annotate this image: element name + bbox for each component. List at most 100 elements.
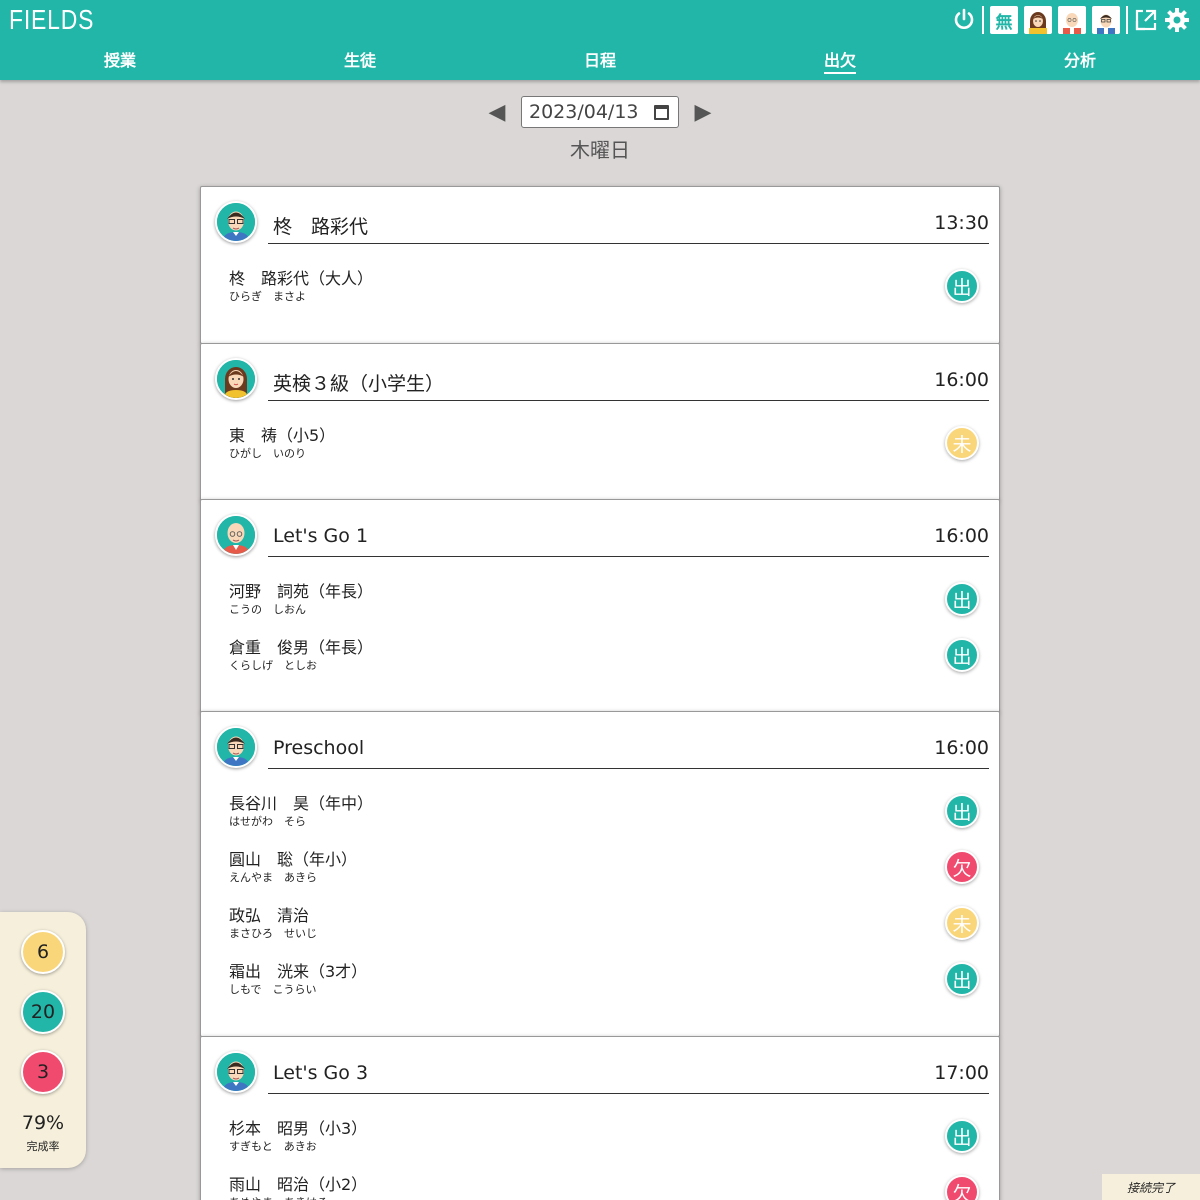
class-time: 17:00	[934, 1062, 989, 1084]
power-icon[interactable]	[952, 6, 976, 34]
connection-status: 接続完了	[1102, 1174, 1200, 1200]
present-count: 20	[21, 990, 65, 1034]
attendance-status-button[interactable]: 出	[945, 638, 979, 672]
date-navigator: ◀ 2023/04/13 ▶	[0, 96, 1200, 128]
attendance-status-button[interactable]: 未	[945, 906, 979, 940]
tab-label: 生徒	[343, 51, 376, 70]
gear-icon[interactable]	[1164, 6, 1190, 34]
teacher-glasses-avatar[interactable]	[1092, 6, 1120, 34]
attendance-status-button[interactable]: 未	[945, 426, 979, 460]
student-kana: くらしげ としお	[229, 659, 317, 672]
student-name: 霜出 洸来（3才）	[229, 962, 368, 981]
date-value: 2023/04/13	[529, 101, 639, 123]
attendance-status-button[interactable]: 出	[945, 962, 979, 996]
attendance-status-button[interactable]: 欠	[945, 1175, 979, 1200]
next-day-icon[interactable]: ▶	[691, 100, 715, 125]
class-time: 16:00	[934, 369, 989, 391]
student-row: 圓山 聡（年小） えんやま あきら 欠	[229, 846, 979, 890]
absent-count: 3	[21, 1050, 65, 1094]
teacher-female-avatar[interactable]	[1024, 6, 1052, 34]
class-card: 柊 路彩代 13:30 柊 路彩代（大人） ひらぎ まさよ 出	[200, 186, 1000, 344]
attendance-status-button[interactable]: 出	[945, 582, 979, 616]
teacher-glasses-avatar	[215, 1051, 257, 1093]
teacher-bald-avatar[interactable]	[1058, 6, 1086, 34]
student-kana: まさひろ せいじ	[229, 927, 317, 940]
title-underline	[268, 768, 989, 769]
student-kana: あめやま あきはる	[229, 1194, 328, 1200]
teacher-glasses-avatar	[215, 726, 257, 768]
class-title: Preschool	[273, 737, 365, 759]
title-underline	[268, 1093, 989, 1094]
calendar-icon[interactable]	[654, 105, 669, 120]
class-card: Let's Go 1 16:00 河野 詞苑（年長） こうの しおん出倉重 俊男（年長…	[200, 499, 1000, 713]
student-kana: しもで こうらい	[229, 983, 317, 996]
student-row: 雨山 昭治（小2）あめやま あきはる 欠	[229, 1171, 979, 1200]
student-row: 杉本 昭男（小3） すぎもと あきお 出	[229, 1115, 979, 1159]
class-header[interactable]: 英検３級（小学生） 16:00	[215, 358, 989, 401]
student-row: 長谷川 昊（年中） はせがわ そら 出	[229, 790, 979, 834]
tab-analysis[interactable]: 分析	[960, 48, 1200, 74]
student-kana: えんやま あきら	[229, 871, 317, 884]
student-name: 杉本 昭男（小3）	[229, 1119, 368, 1138]
teacher-glasses-avatar	[215, 201, 257, 243]
attendance-status-button[interactable]: 欠	[945, 850, 979, 884]
tab-label: 出欠	[823, 50, 856, 74]
student-name: 東 祷（小5）	[229, 426, 336, 445]
class-time: 16:00	[934, 737, 989, 759]
student-row: 倉重 俊男（年長） くらしげ としお 出	[229, 634, 979, 678]
class-header[interactable]: Let's Go 1 16:00	[215, 514, 989, 557]
tab-attendance[interactable]: 出欠	[720, 48, 960, 74]
title-underline	[268, 400, 989, 401]
top-bar: FIELDS 無 授業 生徒 日程 出欠 分析	[0, 0, 1200, 80]
class-card: Preschool 16:00 長谷川 昊（年中） はせがわ そら出圓山 聡（年小） え…	[200, 711, 1000, 1037]
class-time: 16:00	[934, 525, 989, 547]
class-title: Let's Go 3	[273, 1062, 369, 1084]
student-kana: ひらぎ まさよ	[229, 290, 306, 303]
prev-day-icon[interactable]: ◀	[485, 100, 509, 125]
student-name: 圓山 聡（年小）	[229, 850, 358, 869]
main-nav: 授業 生徒 日程 出欠 分析	[0, 48, 1200, 74]
attendance-status-button[interactable]: 出	[945, 269, 979, 303]
free-badge-button[interactable]: 無	[990, 6, 1018, 34]
teacher-bald-avatar	[215, 514, 257, 556]
title-underline	[268, 243, 989, 244]
tab-label: 分析	[1063, 51, 1096, 70]
class-card: 英検３級（小学生） 16:00 東 祷（小5） ひがし いのり 未	[200, 343, 1000, 501]
student-name: 倉重 俊男（年長）	[229, 638, 374, 657]
class-title: 英検３級（小学生）	[273, 373, 445, 395]
student-row: 河野 詞苑（年長） こうの しおん 出	[229, 578, 979, 622]
attendance-status-button[interactable]: 出	[945, 794, 979, 828]
student-kana: すぎもと あきお	[229, 1140, 317, 1153]
title-underline	[268, 556, 989, 557]
student-row: 霜出 洸来（3才） しもで こうらい 出	[229, 958, 979, 1002]
class-title: Let's Go 1	[273, 525, 369, 547]
tab-label: 日程	[583, 51, 616, 70]
weekday-label: 木曜日	[570, 138, 630, 162]
class-header[interactable]: 柊 路彩代 13:30	[215, 201, 989, 244]
completion-rate-label: 完成率	[26, 1140, 60, 1153]
header-divider	[1126, 6, 1128, 34]
class-header[interactable]: Let's Go 3 17:00	[215, 1051, 989, 1094]
teacher-female-avatar	[215, 358, 257, 400]
student-name: 長谷川 昊（年中）	[229, 794, 374, 813]
expand-icon[interactable]	[1134, 6, 1158, 34]
tab-students[interactable]: 生徒	[240, 48, 480, 74]
student-row: 東 祷（小5） ひがし いのり 未	[229, 422, 979, 466]
student-kana: ひがし いのり	[229, 447, 306, 460]
student-row: 柊 路彩代（大人） ひらぎ まさよ 出	[229, 265, 979, 309]
student-name: 政弘 清治	[229, 906, 310, 925]
class-card: Let's Go 3 17:00 杉本 昭男（小3） すぎもと あきお 出雨山 昭治（小…	[200, 1036, 1000, 1200]
student-kana: こうの しおん	[229, 603, 306, 616]
tab-label: 授業	[103, 51, 136, 70]
student-name: 雨山 昭治（小2）	[229, 1175, 368, 1194]
app-logo: FIELDS	[9, 4, 95, 35]
student-name: 柊 路彩代（大人）	[229, 269, 374, 288]
tab-lessons[interactable]: 授業	[0, 48, 240, 74]
attendance-status-button[interactable]: 出	[945, 1119, 979, 1153]
tab-schedule[interactable]: 日程	[480, 48, 720, 74]
class-header[interactable]: Preschool 16:00	[215, 726, 989, 769]
header-icon-group: 無	[952, 5, 1190, 35]
date-input[interactable]: 2023/04/13	[521, 96, 679, 128]
student-name: 河野 詞苑（年長）	[229, 582, 374, 601]
stats-panel: 6 20 3 79% 完成率	[0, 912, 86, 1168]
